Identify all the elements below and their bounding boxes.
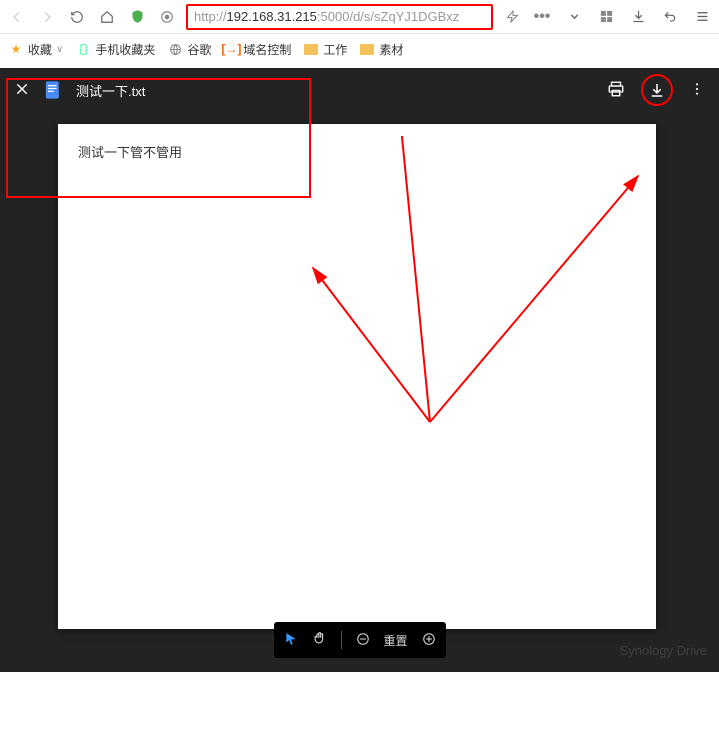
file-icon [44,80,62,100]
reload-button[interactable] [66,6,88,28]
world-icon [167,41,183,57]
bookmark-google[interactable]: 谷歌 [167,41,211,58]
url-bar[interactable]: http://192.168.31.215:5000/d/s/sZqYJ1DGB… [186,4,493,30]
grid-icon[interactable] [595,6,617,28]
bookmark-label: 工作 [323,41,347,58]
folder-icon [359,41,375,57]
bookmark-domain[interactable]: [→] 域名控制 [223,41,291,58]
hand-tool-icon[interactable] [311,631,326,649]
phone-icon [75,41,91,57]
site-info-icon[interactable] [156,6,178,28]
star-icon: ★ [8,41,24,57]
menu-icon[interactable] [691,6,713,28]
kebab-icon[interactable] [689,81,705,100]
document-page: 测试一下管不管用 [58,124,656,629]
chevron-icon: ∨ [56,44,63,55]
download-browser-icon[interactable] [627,6,649,28]
document-viewer: 测试一下.txt 测试一下管不管用 重置 [0,68,719,672]
pointer-tool-icon[interactable] [283,632,297,649]
bookmark-material[interactable]: 素材 [359,41,403,58]
bookmarks-bar: ★ 收藏 ∨ 手机收藏夹 谷歌 [→] 域名控制 工作 素材 [0,34,719,64]
url-port: :5000 [317,9,350,24]
filename: 测试一下.txt [76,81,145,100]
url-path: /d/s/sZqYJ1DGBxz [349,9,459,24]
bookmark-label: 谷歌 [187,41,211,58]
undo-browser-icon[interactable] [659,6,681,28]
reset-label[interactable]: 重置 [383,632,407,649]
separator [340,631,341,649]
browser-nav-bar: http://192.168.31.215:5000/d/s/sZqYJ1DGB… [0,0,719,34]
bookmark-label: 收藏 [28,41,52,58]
url-host: 192.168.31.215 [227,9,317,24]
home-button[interactable] [96,6,118,28]
bookmark-label: 素材 [379,41,403,58]
more-icon[interactable]: ••• [531,6,553,28]
flash-icon[interactable] [501,6,523,28]
print-icon[interactable] [607,80,625,101]
watermark: Synology Drive [620,643,707,658]
zoom-out-icon[interactable] [355,632,369,649]
bookmark-fav[interactable]: ★ 收藏 ∨ [8,41,63,58]
forward-button[interactable] [36,6,58,28]
url-prefix: http:// [194,9,227,24]
folder-icon [303,41,319,57]
back-button[interactable] [6,6,28,28]
bookmark-mobile[interactable]: 手机收藏夹 [75,41,155,58]
bookmark-label: 手机收藏夹 [95,41,155,58]
bookmark-label: 域名控制 [243,41,291,58]
chevron-down-icon[interactable] [563,6,585,28]
domain-icon: [→] [223,41,239,57]
viewer-toolbar: 重置 [273,622,445,658]
document-content: 测试一下管不管用 [78,145,182,160]
download-button[interactable] [641,74,673,106]
viewer-header: 测试一下.txt [0,68,719,112]
close-icon[interactable] [14,81,30,100]
zoom-in-icon[interactable] [422,632,436,649]
bookmark-work[interactable]: 工作 [303,41,347,58]
shield-icon[interactable] [126,6,148,28]
